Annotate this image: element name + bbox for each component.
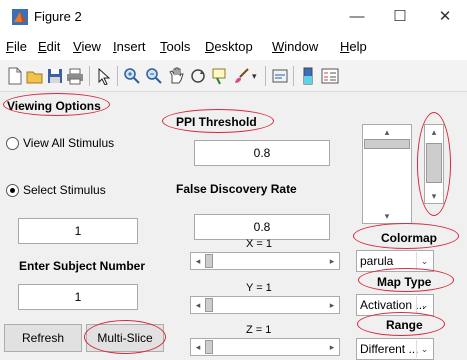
vertical-slider-thumb[interactable] bbox=[364, 139, 410, 149]
zoom-out-icon[interactable] bbox=[145, 67, 163, 85]
map-type-dropdown[interactable]: Activation ... ⌄ bbox=[356, 294, 434, 316]
vertical-slider-thumb[interactable] bbox=[426, 143, 442, 183]
x-slider-label: X = 1 bbox=[246, 238, 272, 250]
menu-edit[interactable]: Edit bbox=[38, 39, 60, 54]
y-slider-label: Y = 1 bbox=[246, 282, 272, 294]
data-cursor-icon[interactable] bbox=[211, 67, 229, 85]
menu-window[interactable]: Window bbox=[272, 39, 318, 54]
fdr-label: False Discovery Rate bbox=[176, 182, 297, 196]
vertical-slider-left[interactable]: ▴ ▾ bbox=[362, 124, 412, 224]
x-slice-slider[interactable]: ◂ ▸ bbox=[190, 252, 340, 270]
colorbar-icon[interactable] bbox=[299, 67, 317, 85]
legend-icon[interactable] bbox=[321, 67, 339, 85]
close-button[interactable]: ✕ bbox=[428, 4, 462, 30]
subject-number-label: Enter Subject Number bbox=[19, 259, 146, 273]
pointer-icon[interactable] bbox=[95, 67, 113, 86]
colormap-dropdown[interactable]: parula ⌄ bbox=[356, 250, 434, 272]
zoom-in-icon[interactable] bbox=[123, 67, 141, 85]
maximize-button[interactable]: ☐ bbox=[383, 4, 417, 30]
viewing-options-header: Viewing Options bbox=[7, 99, 101, 113]
x-slider-right-arrow[interactable]: ▸ bbox=[325, 253, 339, 269]
toolbar-separator bbox=[293, 66, 294, 86]
matlab-figure-icon bbox=[12, 9, 28, 25]
map-type-label: Map Type bbox=[377, 275, 432, 289]
view-all-stimulus-label: View All Stimulus bbox=[23, 136, 115, 150]
print-icon[interactable] bbox=[66, 67, 84, 85]
y-slider-thumb[interactable] bbox=[205, 298, 213, 312]
y-slice-slider[interactable]: ◂ ▸ bbox=[190, 296, 340, 314]
view-all-stimulus-radio[interactable] bbox=[6, 137, 19, 150]
open-file-icon[interactable] bbox=[26, 67, 44, 85]
menu-help[interactable]: Help bbox=[340, 39, 367, 54]
range-dropdown[interactable]: Different ... ⌄ bbox=[356, 338, 434, 360]
z-slider-left-arrow[interactable]: ◂ bbox=[191, 339, 205, 355]
vertical-slider-up-arrow[interactable]: ▴ bbox=[425, 125, 443, 139]
title-bar: Figure 2 — ☐ ✕ bbox=[0, 0, 467, 34]
range-label: Range bbox=[386, 318, 423, 332]
colormap-label: Colormap bbox=[381, 231, 438, 245]
menu-file[interactable]: File bbox=[6, 39, 27, 54]
toolbar-separator bbox=[117, 66, 118, 86]
vertical-slider-down-arrow[interactable]: ▾ bbox=[425, 189, 443, 203]
range-value: Different ... bbox=[360, 342, 419, 356]
z-slider-label: Z = 1 bbox=[246, 324, 272, 336]
fdr-field[interactable]: 0.8 bbox=[194, 214, 330, 240]
menu-tools[interactable]: Tools bbox=[160, 39, 190, 54]
z-slider-right-arrow[interactable]: ▸ bbox=[325, 339, 339, 355]
menu-desktop[interactable]: Desktop bbox=[205, 39, 253, 54]
new-figure-icon[interactable] bbox=[6, 67, 24, 85]
ppi-threshold-header: PPI Threshold bbox=[176, 115, 257, 129]
x-slider-thumb[interactable] bbox=[205, 254, 213, 268]
refresh-button[interactable]: Refresh bbox=[4, 324, 82, 352]
rotate-icon[interactable] bbox=[189, 67, 207, 85]
multi-slice-button[interactable]: Multi-Slice bbox=[86, 324, 164, 352]
subject-number-field[interactable]: 1 bbox=[18, 284, 138, 310]
chevron-down-icon: ⌄ bbox=[416, 340, 432, 358]
window-title: Figure 2 bbox=[34, 9, 82, 24]
menu-bar: File Edit View Insert Tools Desktop Wind… bbox=[0, 34, 467, 60]
ppi-threshold-field[interactable]: 0.8 bbox=[194, 140, 330, 166]
vertical-slider-up-arrow[interactable]: ▴ bbox=[363, 125, 411, 139]
colormap-value: parula bbox=[360, 254, 394, 268]
toolbar: ▾ bbox=[0, 60, 467, 92]
menu-insert[interactable]: Insert bbox=[113, 39, 146, 54]
select-stimulus-radio[interactable] bbox=[6, 184, 19, 197]
z-slider-thumb[interactable] bbox=[205, 340, 213, 354]
chevron-down-icon: ⌄ bbox=[416, 252, 432, 270]
z-slice-slider[interactable]: ◂ ▸ bbox=[190, 338, 340, 356]
select-stimulus-label: Select Stimulus bbox=[23, 183, 106, 197]
pan-icon[interactable] bbox=[167, 67, 185, 85]
vertical-slider-right[interactable]: ▴ ▾ bbox=[424, 124, 444, 204]
minimize-button[interactable]: — bbox=[340, 4, 374, 30]
menu-view[interactable]: View bbox=[73, 39, 101, 54]
chevron-down-icon: ⌄ bbox=[416, 296, 432, 314]
x-slider-left-arrow[interactable]: ◂ bbox=[191, 253, 205, 269]
toolbar-separator bbox=[265, 66, 266, 86]
figure-panel: Viewing Options View All Stimulus Select… bbox=[0, 92, 467, 360]
y-slider-left-arrow[interactable]: ◂ bbox=[191, 297, 205, 313]
brush-icon[interactable] bbox=[233, 67, 251, 85]
vertical-slider-down-arrow[interactable]: ▾ bbox=[363, 209, 411, 223]
toolbar-separator bbox=[89, 66, 90, 86]
y-slider-right-arrow[interactable]: ▸ bbox=[325, 297, 339, 313]
stimulus-number-field[interactable]: 1 bbox=[18, 218, 138, 244]
brush-dropdown-icon[interactable]: ▾ bbox=[252, 67, 262, 85]
save-icon[interactable] bbox=[46, 67, 64, 85]
link-plot-icon[interactable] bbox=[271, 67, 289, 85]
